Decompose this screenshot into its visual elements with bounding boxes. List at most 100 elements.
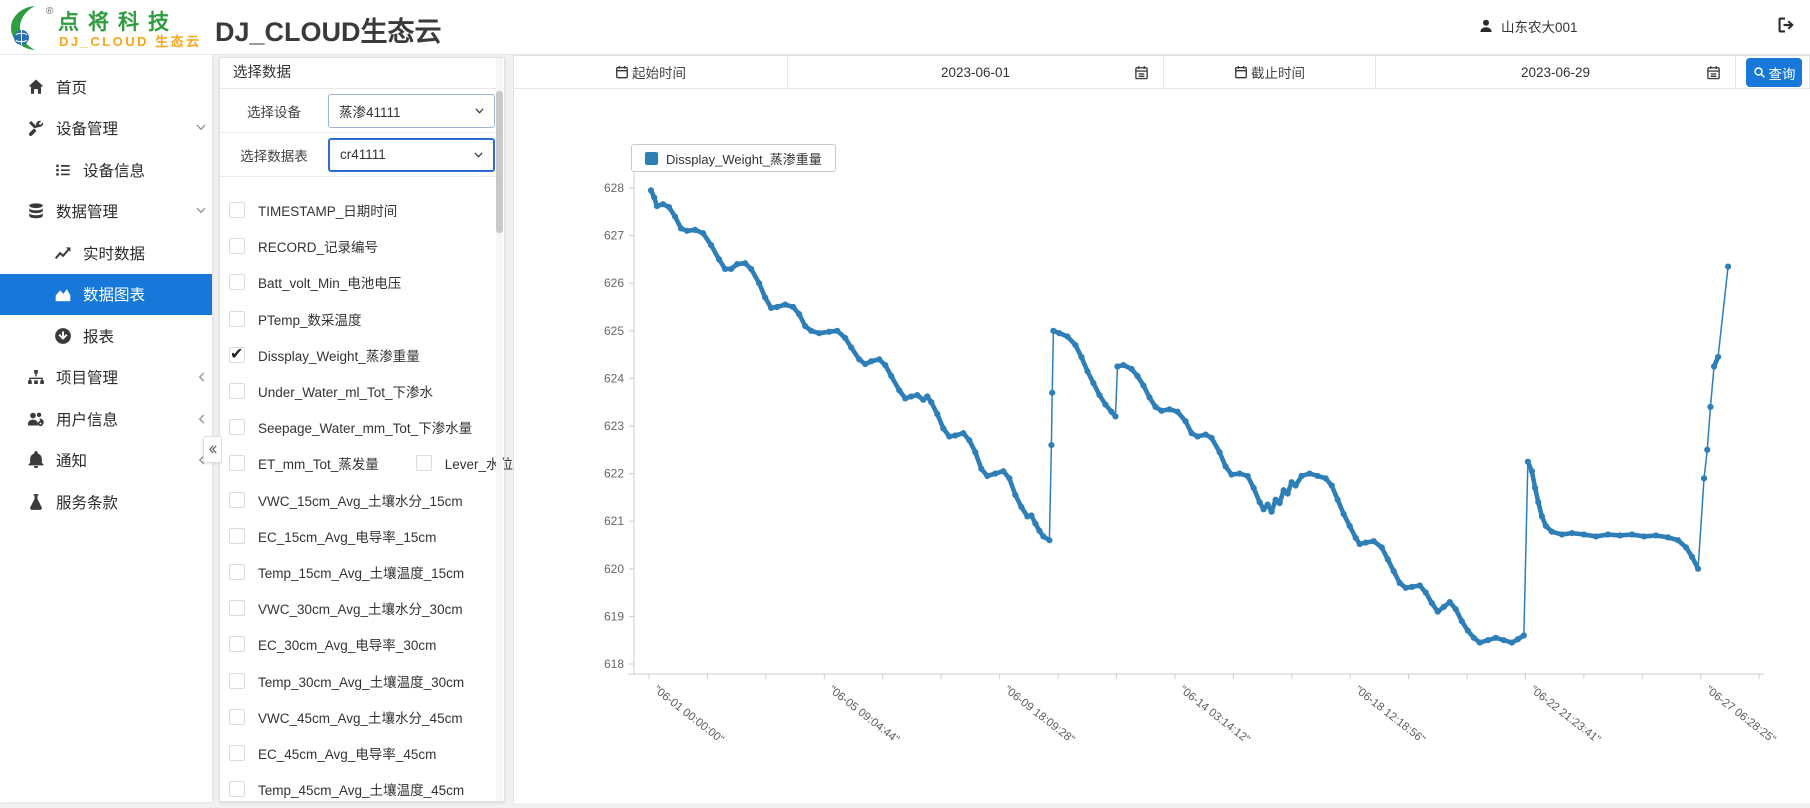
- sidebar-item-db[interactable]: 数据管理: [0, 191, 212, 233]
- logout-icon[interactable]: [1776, 15, 1796, 35]
- sidebar-item-label: 设备管理: [56, 117, 118, 139]
- field-checkbox-item[interactable]: VWC_30cm_Avg_土壤水分_30cm: [220, 598, 463, 618]
- field-checkbox-item[interactable]: Temp_15cm_Avg_土壤温度_15cm: [220, 562, 464, 582]
- field-row: VWC_15cm_Avg_土壤水分_15cm: [220, 482, 504, 518]
- double-chevron-left-icon: [207, 444, 219, 456]
- report-icon: [54, 327, 72, 345]
- sidebar-item-label: 服务条款: [56, 491, 118, 513]
- sidebar-item-label: 实时数据: [83, 242, 145, 264]
- field-checkbox-item[interactable]: TIMESTAMP_日期时间: [220, 200, 397, 220]
- chart-svg: 618619620621622623624625626627628"06-01 …: [514, 89, 1810, 803]
- checkbox-unchecked[interactable]: [416, 455, 432, 471]
- field-label: Batt_volt_Min_电池电压: [258, 272, 401, 292]
- field-checkbox-item[interactable]: PTemp_数采温度: [220, 309, 362, 329]
- sidebar-item-terms[interactable]: 服务条款: [0, 481, 212, 523]
- svg-text:628: 628: [604, 181, 624, 195]
- field-label: PTemp_数采温度: [258, 309, 362, 329]
- checkbox-unchecked[interactable]: [229, 709, 245, 725]
- field-label: TIMESTAMP_日期时间: [258, 200, 397, 220]
- sidebar-item-label: 用户信息: [56, 408, 118, 430]
- sidebar-item-bell[interactable]: 通知: [0, 440, 212, 482]
- query-button[interactable]: 查询: [1746, 58, 1802, 87]
- checkbox-unchecked[interactable]: [229, 781, 245, 797]
- sidebar-collapse-handle[interactable]: [203, 436, 222, 463]
- checkbox-unchecked[interactable]: [229, 238, 245, 254]
- checkbox-unchecked[interactable]: [229, 492, 245, 508]
- checkbox-unchecked[interactable]: [229, 383, 245, 399]
- calendar-icon: [1234, 65, 1248, 79]
- field-row: VWC_30cm_Avg_土壤水分_30cm: [220, 590, 504, 626]
- sidebar-item-users[interactable]: 用户信息: [0, 398, 212, 440]
- field-checkbox-item[interactable]: ET_mm_Tot_蒸发量: [220, 453, 379, 473]
- svg-text:623: 623: [604, 419, 624, 433]
- field-checkbox-item[interactable]: VWC_45cm_Avg_土壤水分_45cm: [220, 707, 463, 727]
- user-menu[interactable]: 山东农大001: [1478, 16, 1578, 36]
- field-label: Temp_45cm_Avg_土壤温度_45cm: [258, 779, 464, 799]
- device-select-value: 蒸渗41111: [339, 101, 401, 121]
- table-select[interactable]: cr41111: [328, 138, 495, 172]
- chevron-down-icon: [473, 150, 484, 161]
- field-checkbox-item[interactable]: Temp_45cm_Avg_土壤温度_45cm: [220, 779, 464, 799]
- device-select[interactable]: 蒸渗41111: [328, 94, 495, 128]
- field-checkbox-item[interactable]: Temp_30cm_Avg_土壤温度_30cm: [220, 671, 464, 691]
- chart-legend[interactable]: Dissplay_Weight_蒸渗重量: [631, 144, 836, 172]
- field-checkbox-item[interactable]: EC_30cm_Avg_电导率_30cm: [220, 634, 436, 654]
- calendar-icon[interactable]: [1706, 65, 1721, 80]
- field-checkbox-item[interactable]: Seepage_Water_mm_Tot_下渗水量: [220, 417, 472, 437]
- sidebar-item-trend[interactable]: 实时数据: [0, 232, 212, 274]
- checkbox-unchecked[interactable]: [229, 274, 245, 290]
- start-time-input[interactable]: 2023-06-01: [788, 56, 1164, 88]
- end-time-label-cell: 截止时间: [1164, 56, 1376, 88]
- field-checkbox-item[interactable]: EC_15cm_Avg_电导率_15cm: [220, 526, 436, 546]
- field-checkbox-item[interactable]: VWC_15cm_Avg_土壤水分_15cm: [220, 490, 463, 510]
- checkbox-unchecked[interactable]: [229, 455, 245, 471]
- sidebar-item-list[interactable]: 设备信息: [0, 149, 212, 191]
- users-icon: [27, 410, 45, 428]
- checkbox-unchecked[interactable]: [229, 673, 245, 689]
- user-icon: [1478, 18, 1494, 34]
- field-row: RECORD_记录编号: [220, 228, 504, 264]
- checkbox-unchecked[interactable]: [229, 600, 245, 616]
- field-checkbox-item[interactable]: EC_45cm_Avg_电导率_45cm: [220, 743, 436, 763]
- calendar-icon[interactable]: [1134, 65, 1149, 80]
- main-content: 起始时间 2023-06-01 截止时间 2023-06-29 查询 61861…: [513, 55, 1810, 802]
- checkbox-unchecked[interactable]: [229, 636, 245, 652]
- checkbox-unchecked[interactable]: [229, 528, 245, 544]
- field-checkbox-item[interactable]: Batt_volt_Min_电池电压: [220, 272, 401, 292]
- end-time-label: 截止时间: [1251, 62, 1305, 82]
- chevron-left-icon: [195, 371, 207, 383]
- svg-text:622: 622: [604, 467, 624, 481]
- field-row: Batt_volt_Min_电池电压: [220, 264, 504, 300]
- svg-text:®: ®: [46, 6, 54, 17]
- table-select-label: 选择数据表: [220, 145, 328, 165]
- device-select-row: 选择设备 蒸渗41111: [220, 89, 504, 133]
- field-label: ET_mm_Tot_蒸发量: [258, 453, 379, 473]
- checkbox-unchecked[interactable]: [229, 745, 245, 761]
- field-checkbox-item[interactable]: Dissplay_Weight_蒸渗重量: [220, 345, 420, 365]
- sidebar-item-report[interactable]: 报表: [0, 315, 212, 357]
- field-checkbox-item[interactable]: RECORD_记录编号: [220, 236, 378, 256]
- x-axis-label: "06-18 12:18:56": [1352, 684, 1427, 746]
- field-label: Temp_30cm_Avg_土壤温度_30cm: [258, 671, 464, 691]
- x-axis-label: "06-09 18:09:28": [1002, 684, 1077, 746]
- field-checkbox-item[interactable]: Under_Water_ml_Tot_下渗水: [220, 381, 433, 401]
- sidebar-item-sitemap[interactable]: 项目管理: [0, 357, 212, 399]
- start-time-label: 起始时间: [632, 62, 686, 82]
- sitemap-icon: [27, 368, 45, 386]
- checkbox-unchecked[interactable]: [229, 564, 245, 580]
- field-label: EC_45cm_Avg_电导率_45cm: [258, 743, 436, 763]
- field-label: VWC_15cm_Avg_土壤水分_15cm: [258, 490, 463, 510]
- checkbox-unchecked[interactable]: [229, 311, 245, 327]
- checkbox-unchecked[interactable]: [229, 202, 245, 218]
- checkbox-checked[interactable]: [229, 347, 245, 363]
- sidebar-item-area[interactable]: 数据图表: [0, 274, 212, 316]
- sidebar-item-label: 通知: [56, 449, 87, 471]
- field-row: PTemp_数采温度: [220, 301, 504, 337]
- sidebar-item-tools[interactable]: 设备管理: [0, 108, 212, 150]
- query-toolbar: 起始时间 2023-06-01 截止时间 2023-06-29 查询: [514, 56, 1809, 89]
- sidebar-item-home[interactable]: 首页: [0, 66, 212, 108]
- checkbox-unchecked[interactable]: [229, 419, 245, 435]
- tools-icon: [27, 119, 45, 137]
- end-time-input[interactable]: 2023-06-29: [1376, 56, 1736, 88]
- panel-scrollbar-thumb[interactable]: [496, 91, 503, 233]
